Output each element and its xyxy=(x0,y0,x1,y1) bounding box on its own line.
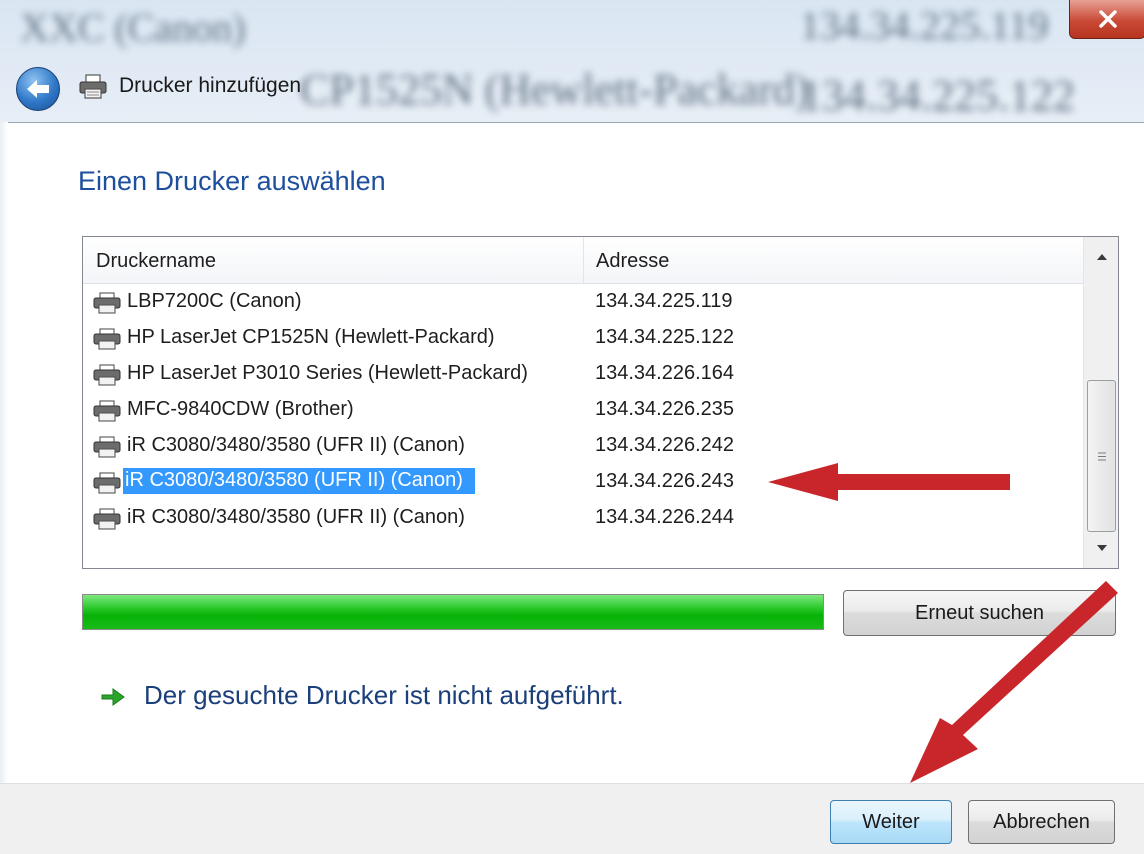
scroll-down-button[interactable] xyxy=(1084,528,1118,568)
printer-icon xyxy=(93,364,121,386)
printer-icon xyxy=(93,436,121,458)
printer-not-listed-label[interactable]: Der gesuchte Drucker ist nicht aufgeführ… xyxy=(144,680,624,711)
column-header-address[interactable]: Adresse xyxy=(596,250,669,273)
vertical-scrollbar[interactable] xyxy=(1083,237,1118,568)
progress-fill xyxy=(83,595,823,629)
search-again-button[interactable]: Erneut suchen xyxy=(843,590,1116,636)
printer-row[interactable]: iR C3080/3480/3580 (UFR II) (Canon) 134.… xyxy=(83,429,1083,463)
close-button[interactable] xyxy=(1069,0,1144,39)
printer-name: MFC-9840CDW (Brother) xyxy=(127,398,354,420)
printer-row[interactable]: LBP7200C (Canon) 134.34.225.119 xyxy=(83,285,1083,319)
printer-address: 134.34.226.235 xyxy=(595,398,735,420)
printer-name: HP LaserJet P3010 Series (Hewlett-Packar… xyxy=(127,362,528,384)
grip-icon xyxy=(1097,452,1106,460)
background-blur-text: 134.34.225.122 xyxy=(800,71,1075,120)
printer-address: 134.34.226.242 xyxy=(595,434,735,456)
printer-name: iR C3080/3480/3580 (UFR II) (Canon) xyxy=(127,434,465,456)
printer-list[interactable]: Druckername Adresse LBP7200C (Canon) 134… xyxy=(82,236,1119,569)
printer-icon xyxy=(93,292,121,314)
scroll-down-icon xyxy=(1096,545,1107,551)
printer-icon xyxy=(93,328,121,350)
printer-icon xyxy=(79,74,107,99)
background-blur-text: CP1525N (Hewlett-Packard) xyxy=(300,65,810,114)
window-edge xyxy=(0,122,8,783)
background-blur-text: 134.34.225.119 xyxy=(800,3,1049,48)
printer-name: iR C3080/3480/3580 (UFR II) (Canon) xyxy=(127,506,465,528)
printer-address: 134.34.225.122 xyxy=(595,326,735,348)
printer-row[interactable]: iR C3080/3480/3580 (UFR II) (Canon) 134.… xyxy=(83,501,1083,535)
printer-row[interactable]: MFC-9840CDW (Brother) 134.34.226.235 xyxy=(83,393,1083,427)
scroll-thumb[interactable] xyxy=(1087,380,1116,532)
column-separator[interactable] xyxy=(583,237,584,283)
list-header: Druckername Adresse xyxy=(83,237,1083,284)
printer-name: iR C3080/3480/3580 (UFR II) (Canon) xyxy=(123,468,475,494)
printer-icon xyxy=(93,508,121,530)
window-title: Drucker hinzufügen xyxy=(119,74,302,97)
back-arrow-icon xyxy=(27,80,49,98)
printer-address: 134.34.226.164 xyxy=(595,362,735,384)
printer-address: 134.34.225.119 xyxy=(595,290,733,312)
cancel-button[interactable]: Abbrechen xyxy=(968,800,1115,844)
close-icon xyxy=(1098,10,1117,28)
scroll-up-button[interactable] xyxy=(1084,237,1118,277)
search-progress-bar xyxy=(82,594,824,630)
title-bar: XXC (Canon) 134.34.225.119 CP1525N (Hewl… xyxy=(0,0,1144,123)
printer-name: LBP7200C (Canon) xyxy=(127,290,302,312)
back-button[interactable] xyxy=(16,67,60,111)
printer-address: 134.34.226.243 xyxy=(595,470,735,492)
printer-row[interactable]: HP LaserJet CP1525N (Hewlett-Packard) 13… xyxy=(83,321,1083,355)
scroll-up-icon xyxy=(1096,254,1107,260)
green-arrow-icon xyxy=(101,688,125,706)
printer-icon xyxy=(93,472,121,494)
background-blur-text: XXC (Canon) xyxy=(20,5,246,50)
column-header-name[interactable]: Druckername xyxy=(96,250,216,273)
printer-name: HP LaserJet CP1525N (Hewlett-Packard) xyxy=(127,326,495,348)
page-heading: Einen Drucker auswählen xyxy=(78,166,386,196)
next-button[interactable]: Weiter xyxy=(830,800,952,844)
printer-row[interactable]: HP LaserJet P3010 Series (Hewlett-Packar… xyxy=(83,357,1083,391)
printer-row[interactable]: iR C3080/3480/3580 (UFR II) (Canon) 134.… xyxy=(83,465,1083,499)
printer-address: 134.34.226.244 xyxy=(595,506,735,528)
printer-icon xyxy=(93,400,121,422)
